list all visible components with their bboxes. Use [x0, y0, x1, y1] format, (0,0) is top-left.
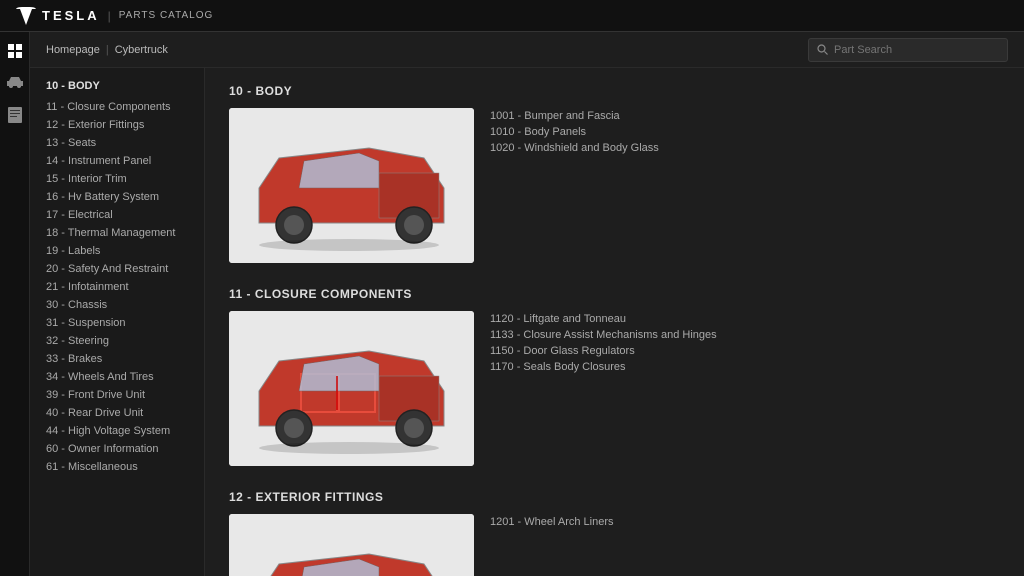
- nav-item-21[interactable]: 21 - Infotainment: [30, 278, 204, 296]
- tesla-t-icon: [16, 7, 36, 25]
- section-image-body: [229, 108, 474, 263]
- section-link-item[interactable]: 1120 - Liftgate and Tonneau: [490, 313, 717, 325]
- section-title-body: 10 - BODY: [229, 84, 1000, 98]
- left-nav: 10 - BODY 11 - Closure Components12 - Ex…: [30, 68, 205, 576]
- nav-item-30[interactable]: 30 - Chassis: [30, 296, 204, 314]
- nav-item-17[interactable]: 17 - Electrical: [30, 206, 204, 224]
- nav-item-13[interactable]: 13 - Seats: [30, 134, 204, 152]
- nav-item-31[interactable]: 31 - Suspension: [30, 314, 204, 332]
- section-link-item[interactable]: 1201 - Wheel Arch Liners: [490, 516, 614, 528]
- section-link-item[interactable]: 1133 - Closure Assist Mechanisms and Hin…: [490, 329, 717, 341]
- search-box[interactable]: [808, 38, 1008, 62]
- icon-sidebar: [0, 32, 30, 576]
- section-image-closure: [229, 311, 474, 466]
- section-row-body: 1001 - Bumper and Fascia 1010 - Body Pane…: [229, 108, 1000, 263]
- catalog-label: PARTS CATALOG: [119, 10, 214, 21]
- nav-item-15[interactable]: 15 - Interior Trim: [30, 170, 204, 188]
- nav-item-32[interactable]: 32 - Steering: [30, 332, 204, 350]
- nav-section-header: 10 - BODY: [30, 80, 204, 98]
- nav-items-container: 11 - Closure Components12 - Exterior Fit…: [30, 98, 204, 476]
- nav-item-14[interactable]: 14 - Instrument Panel: [30, 152, 204, 170]
- section-links-exterior: 1201 - Wheel Arch Liners: [490, 514, 614, 528]
- book-sidebar-icon[interactable]: [6, 106, 24, 124]
- section-links-closure: 1120 - Liftgate and Tonneau 1133 - Closur…: [490, 311, 717, 373]
- section-link-item[interactable]: 1010 - Body Panels: [490, 126, 659, 138]
- tesla-wordmark: TESLA: [42, 8, 100, 23]
- section-link-item[interactable]: 1020 - Windshield and Body Glass: [490, 142, 659, 154]
- search-input[interactable]: [834, 44, 994, 56]
- nav-item-60[interactable]: 60 - Owner Information: [30, 440, 204, 458]
- nav-item-39[interactable]: 39 - Front Drive Unit: [30, 386, 204, 404]
- section-row-closure: 1120 - Liftgate and Tonneau 1133 - Closur…: [229, 311, 1000, 466]
- breadcrumb-current: Cybertruck: [115, 44, 168, 56]
- content-area: 10 - BODY 11 - Closure Components12 - Ex…: [30, 68, 1024, 576]
- header-row: Homepage | Cybertruck: [30, 32, 1024, 68]
- nav-item-44[interactable]: 44 - High Voltage System: [30, 422, 204, 440]
- nav-item-34[interactable]: 34 - Wheels And Tires: [30, 368, 204, 386]
- nav-item-40[interactable]: 40 - Rear Drive Unit: [30, 404, 204, 422]
- section-links-body: 1001 - Bumper and Fascia 1010 - Body Pane…: [490, 108, 659, 154]
- nav-item-20[interactable]: 20 - Safety And Restraint: [30, 260, 204, 278]
- section-body: 10 - BODY 1001 - Bumper and Fascia 1010 -…: [229, 84, 1000, 263]
- section-closure: 11 - CLOSURE COMPONENTS 1120 - Liftgate …: [229, 287, 1000, 466]
- right-content: 10 - BODY 1001 - Bumper and Fascia 1010 -…: [205, 68, 1024, 576]
- nav-item-18[interactable]: 18 - Thermal Management: [30, 224, 204, 242]
- section-link-item[interactable]: 1170 - Seals Body Closures: [490, 361, 717, 373]
- section-link-item[interactable]: 1001 - Bumper and Fascia: [490, 110, 659, 122]
- nav-item-61[interactable]: 61 - Miscellaneous: [30, 458, 204, 476]
- section-image-exterior: [229, 514, 474, 576]
- section-title-closure: 11 - CLOSURE COMPONENTS: [229, 287, 1000, 301]
- car-sidebar-icon[interactable]: [6, 74, 24, 92]
- section-title-exterior: 12 - EXTERIOR FITTINGS: [229, 490, 1000, 504]
- topbar: TESLA | PARTS CATALOG: [0, 0, 1024, 32]
- main-wrapper: Homepage | Cybertruck 10 - BODY 11 - Clo…: [30, 32, 1024, 576]
- breadcrumb: Homepage | Cybertruck: [46, 44, 168, 56]
- topbar-divider: |: [108, 9, 111, 23]
- section-exterior: 12 - EXTERIOR FITTINGS 1201 - Wheel Arch…: [229, 490, 1000, 576]
- breadcrumb-home[interactable]: Homepage: [46, 44, 100, 56]
- breadcrumb-separator: |: [106, 44, 109, 56]
- tesla-logo-area: TESLA: [16, 7, 100, 25]
- search-icon: [817, 44, 828, 55]
- section-row-exterior: 1201 - Wheel Arch Liners: [229, 514, 1000, 576]
- sections-container: 10 - BODY 1001 - Bumper and Fascia 1010 -…: [229, 84, 1000, 576]
- nav-item-19[interactable]: 19 - Labels: [30, 242, 204, 260]
- section-link-item[interactable]: 1150 - Door Glass Regulators: [490, 345, 717, 357]
- nav-item-11[interactable]: 11 - Closure Components: [30, 98, 204, 116]
- grid-sidebar-icon[interactable]: [6, 42, 24, 60]
- nav-item-12[interactable]: 12 - Exterior Fittings: [30, 116, 204, 134]
- nav-item-33[interactable]: 33 - Brakes: [30, 350, 204, 368]
- nav-item-16[interactable]: 16 - Hv Battery System: [30, 188, 204, 206]
